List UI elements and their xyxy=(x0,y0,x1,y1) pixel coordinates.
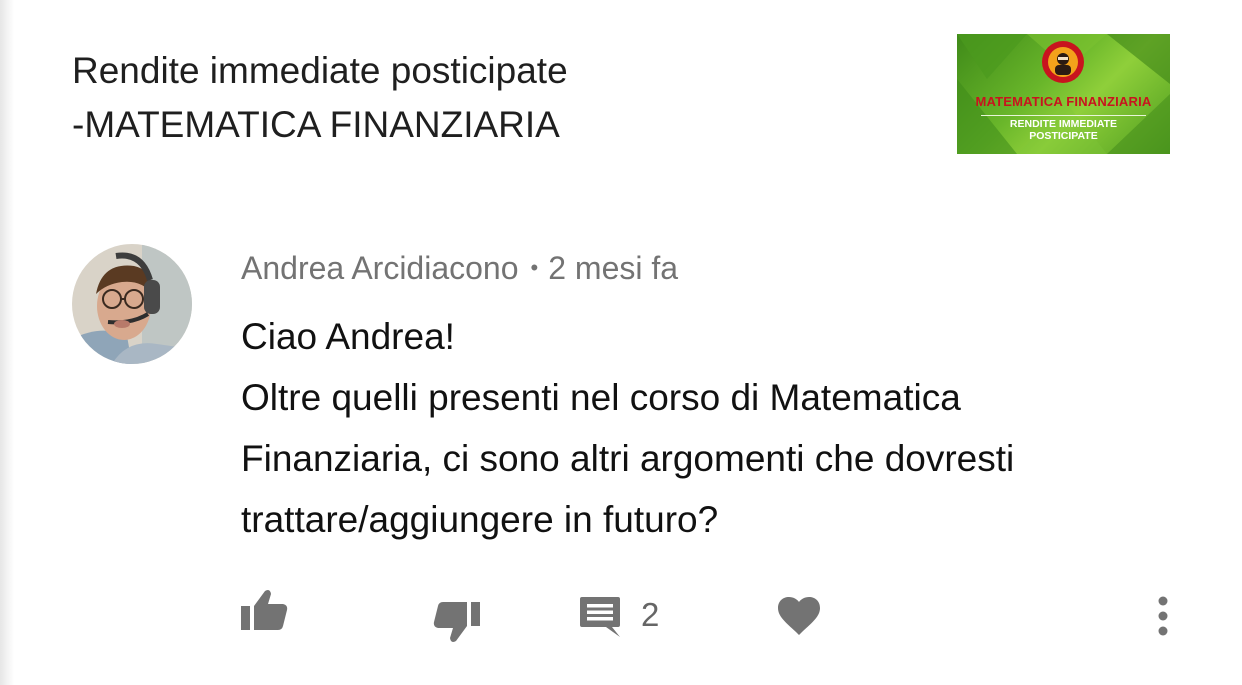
like-button[interactable] xyxy=(241,588,289,632)
comment-meta: Andrea Arcidiacono • 2 mesi fa xyxy=(241,249,678,287)
video-title-line-1: Rendite immediate posticipate xyxy=(72,50,568,91)
comment-line-4: trattare/aggiungere in futuro? xyxy=(241,499,719,540)
channel-logo-icon xyxy=(1042,41,1084,83)
video-thumbnail[interactable]: MATEMATICA FINANZIARIA RENDITE IMMEDIATE… xyxy=(957,34,1170,154)
author-avatar[interactable] xyxy=(72,244,192,364)
comment-line-3: Finanziaria, ci sono altri argomenti che… xyxy=(241,438,1015,479)
more-options-button[interactable] xyxy=(1148,595,1178,639)
comment-author[interactable]: Andrea Arcidiacono xyxy=(241,250,519,286)
comment-line-1: Ciao Andrea! xyxy=(241,316,455,357)
comment-text: Ciao Andrea! Oltre quelli presenti nel c… xyxy=(241,306,1201,550)
comment-icon xyxy=(580,597,620,637)
video-title-line-2: -MATEMATICA FINANZIARIA xyxy=(72,104,560,145)
heart-button[interactable] xyxy=(777,596,821,636)
heart-icon xyxy=(778,597,820,635)
video-title[interactable]: Rendite immediate posticipate -MATEMATIC… xyxy=(72,44,832,152)
thumbnail-subtitle: RENDITE IMMEDIATE POSTICIPATE xyxy=(957,118,1170,142)
thumbnail-divider xyxy=(981,115,1146,116)
meta-separator: • xyxy=(530,255,539,280)
reply-count[interactable]: 2 xyxy=(641,596,659,634)
comment-line-2: Oltre quelli presenti nel corso di Matem… xyxy=(241,377,961,418)
thumbnail-subtitle-line-2: POSTICIPATE xyxy=(1029,130,1098,142)
reply-button[interactable] xyxy=(578,595,622,639)
dislike-button[interactable] xyxy=(432,600,480,644)
left-edge-shadow xyxy=(0,0,14,685)
thumbs-up-icon xyxy=(241,590,288,630)
thumbs-down-icon xyxy=(433,602,480,642)
avatar-image xyxy=(72,244,192,364)
thumbnail-subtitle-line-1: RENDITE IMMEDIATE xyxy=(1009,118,1118,130)
more-vertical-icon xyxy=(1158,596,1168,636)
thumbnail-title: MATEMATICA FINANZIARIA xyxy=(975,94,1152,109)
comment-timestamp: 2 mesi fa xyxy=(548,250,679,286)
